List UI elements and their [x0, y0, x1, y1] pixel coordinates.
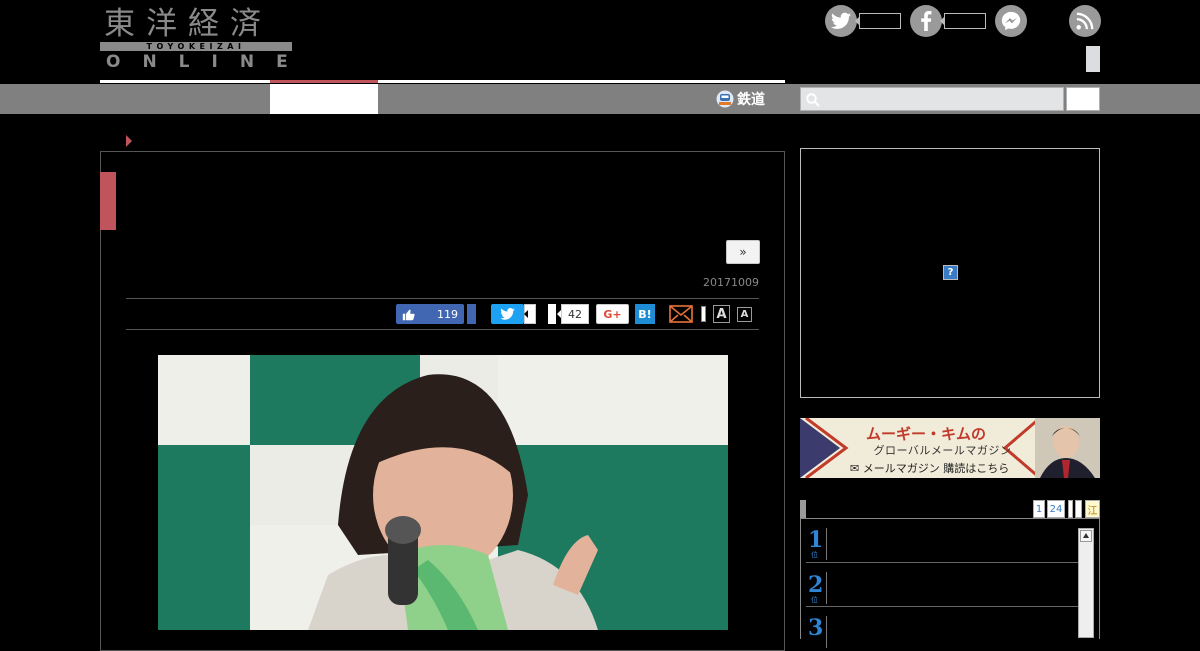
font-size-large-button[interactable]: A	[713, 305, 730, 323]
nav-tab-active[interactable]	[270, 84, 378, 114]
header-login-button[interactable]	[1086, 46, 1100, 72]
ranking-list	[800, 519, 1100, 639]
rank-number-2: 2	[808, 572, 824, 598]
rank-number-1: 1	[808, 527, 824, 553]
twitter-follow-icon[interactable]	[825, 5, 857, 37]
search-button[interactable]	[1066, 87, 1100, 111]
rank-suffix-2: 位	[811, 596, 818, 604]
facebook-share-button[interactable]	[467, 304, 476, 324]
google-plus-button[interactable]: G+	[596, 304, 629, 324]
share-bar-top-rule	[126, 298, 759, 299]
messenger-icon[interactable]	[995, 5, 1027, 37]
nav-item-railway[interactable]: 鉄道	[716, 88, 765, 110]
twitter-bird-icon	[500, 308, 515, 320]
logo-kanji: 東洋経済	[104, 6, 272, 42]
facebook-like-count: 119	[437, 307, 458, 321]
facebook-like-icon[interactable]	[910, 5, 942, 37]
twitter-follow-count	[859, 13, 901, 29]
banner-subtitle: グローバルメールマガジン	[873, 444, 1012, 457]
ranking-tab-1[interactable]: 1	[1033, 500, 1045, 518]
font-size-small-button[interactable]: A	[737, 307, 752, 322]
breadcrumb-arrow-icon	[126, 135, 132, 147]
article-title-accent	[100, 172, 116, 230]
train-icon	[716, 90, 734, 108]
share-button-stub[interactable]	[548, 304, 556, 324]
ranking-tab-5[interactable]: 江	[1085, 500, 1100, 518]
thumbs-up-icon	[402, 309, 415, 320]
ad-info-icon[interactable]: ?	[943, 265, 958, 280]
tweet-button[interactable]	[491, 304, 524, 324]
scroll-up-icon[interactable]	[1080, 530, 1092, 542]
article-date: 20171009	[703, 276, 759, 289]
print-button[interactable]	[701, 306, 706, 322]
tweet-count-box	[524, 304, 536, 324]
ranking-header-mark	[800, 500, 806, 518]
rank-separator	[826, 572, 827, 604]
nav-item-railway-label: 鉄道	[737, 92, 765, 108]
search-input[interactable]	[800, 87, 1064, 111]
facebook-like-button[interactable]: 119	[396, 304, 464, 324]
site-logo[interactable]: 東洋経済 TOYOKEIZAI ONLINE	[100, 6, 292, 72]
share-count: 42	[561, 304, 589, 324]
article-photo	[158, 355, 728, 630]
rank-row-divider	[806, 562, 1078, 563]
banner-cta: ✉ メールマガジン 購読はこちら	[850, 462, 1010, 475]
facebook-like-count-box	[944, 13, 986, 29]
nav-active-accent	[270, 80, 378, 83]
next-page-button[interactable]: »	[726, 240, 760, 264]
rank-separator	[826, 528, 827, 560]
ranking-tab-24[interactable]: 24	[1047, 500, 1065, 518]
rank-suffix-1: 位	[811, 551, 818, 559]
mail-icon[interactable]	[669, 305, 693, 327]
newsletter-banner[interactable]: ムーギー・キムの グローバルメールマガジン ✉ メールマガジン 購読はこちら	[800, 418, 1100, 478]
logo-online: ONLINE	[106, 52, 310, 72]
ranking-tab-4[interactable]	[1075, 500, 1082, 518]
ranking-scrollbar[interactable]	[1078, 528, 1094, 638]
rank-row-divider	[806, 606, 1078, 607]
search-icon	[806, 92, 820, 111]
ranking-tab-3[interactable]	[1068, 500, 1073, 518]
rank-separator	[826, 616, 827, 648]
rss-icon[interactable]	[1069, 5, 1101, 37]
logo-romaji: TOYOKEIZAI	[100, 42, 292, 51]
nav-top-rule	[100, 80, 785, 83]
rank-number-3: 3	[808, 615, 824, 641]
share-bar-bottom-rule	[126, 329, 759, 330]
hatena-bookmark-button[interactable]: B!	[635, 304, 655, 324]
banner-title: ムーギー・キムの	[866, 425, 987, 443]
